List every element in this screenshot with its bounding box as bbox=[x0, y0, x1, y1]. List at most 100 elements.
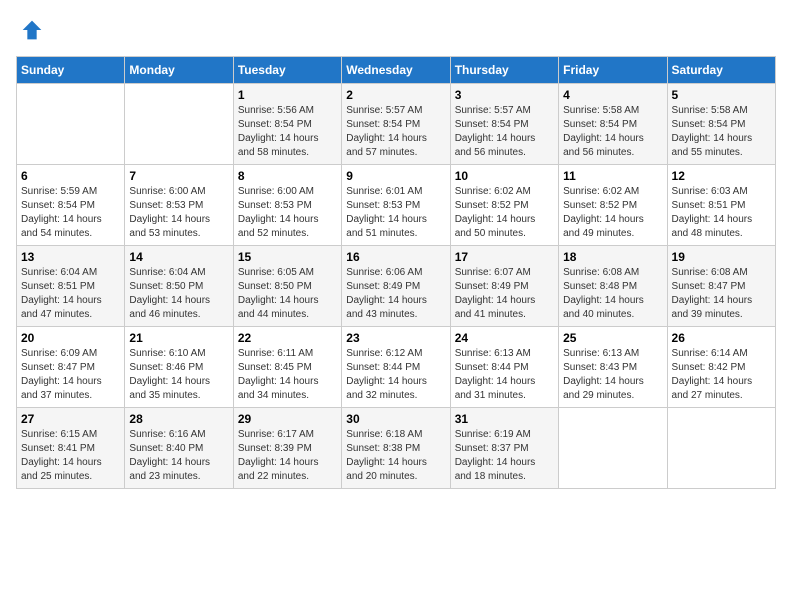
day-info: Sunrise: 6:04 AM Sunset: 8:51 PM Dayligh… bbox=[21, 266, 120, 322]
calendar-cell: 11 Sunrise: 6:02 AM Sunset: 8:52 PM Dayl… bbox=[559, 165, 667, 246]
day-info: Sunrise: 6:09 AM Sunset: 8:47 PM Dayligh… bbox=[21, 347, 120, 403]
calendar-cell: 22 Sunrise: 6:11 AM Sunset: 8:45 PM Dayl… bbox=[233, 327, 341, 408]
day-info: Sunrise: 6:15 AM Sunset: 8:41 PM Dayligh… bbox=[21, 428, 120, 484]
calendar-cell: 20 Sunrise: 6:09 AM Sunset: 8:47 PM Dayl… bbox=[17, 327, 125, 408]
calendar-cell bbox=[17, 84, 125, 165]
day-number: 7 bbox=[129, 169, 228, 183]
day-number: 10 bbox=[455, 169, 554, 183]
day-number: 17 bbox=[455, 250, 554, 264]
day-number: 25 bbox=[563, 331, 662, 345]
day-info: Sunrise: 6:08 AM Sunset: 8:47 PM Dayligh… bbox=[672, 266, 771, 322]
day-info: Sunrise: 6:02 AM Sunset: 8:52 PM Dayligh… bbox=[563, 185, 662, 241]
calendar-cell: 7 Sunrise: 6:00 AM Sunset: 8:53 PM Dayli… bbox=[125, 165, 233, 246]
day-info: Sunrise: 6:12 AM Sunset: 8:44 PM Dayligh… bbox=[346, 347, 445, 403]
day-number: 23 bbox=[346, 331, 445, 345]
day-info: Sunrise: 5:57 AM Sunset: 8:54 PM Dayligh… bbox=[346, 104, 445, 160]
day-number: 18 bbox=[563, 250, 662, 264]
day-number: 14 bbox=[129, 250, 228, 264]
day-number: 29 bbox=[238, 412, 337, 426]
calendar-cell: 5 Sunrise: 5:58 AM Sunset: 8:54 PM Dayli… bbox=[667, 84, 775, 165]
day-number: 28 bbox=[129, 412, 228, 426]
weekday-header: Sunday bbox=[17, 57, 125, 84]
day-number: 3 bbox=[455, 88, 554, 102]
calendar-cell: 31 Sunrise: 6:19 AM Sunset: 8:37 PM Dayl… bbox=[450, 408, 558, 489]
calendar-cell: 13 Sunrise: 6:04 AM Sunset: 8:51 PM Dayl… bbox=[17, 246, 125, 327]
calendar-cell: 24 Sunrise: 6:13 AM Sunset: 8:44 PM Dayl… bbox=[450, 327, 558, 408]
day-number: 24 bbox=[455, 331, 554, 345]
weekday-header: Friday bbox=[559, 57, 667, 84]
day-info: Sunrise: 6:03 AM Sunset: 8:51 PM Dayligh… bbox=[672, 185, 771, 241]
calendar-cell: 1 Sunrise: 5:56 AM Sunset: 8:54 PM Dayli… bbox=[233, 84, 341, 165]
calendar-cell: 12 Sunrise: 6:03 AM Sunset: 8:51 PM Dayl… bbox=[667, 165, 775, 246]
day-info: Sunrise: 5:58 AM Sunset: 8:54 PM Dayligh… bbox=[563, 104, 662, 160]
day-info: Sunrise: 6:04 AM Sunset: 8:50 PM Dayligh… bbox=[129, 266, 228, 322]
day-number: 6 bbox=[21, 169, 120, 183]
day-number: 19 bbox=[672, 250, 771, 264]
logo-icon bbox=[18, 16, 46, 44]
day-number: 2 bbox=[346, 88, 445, 102]
calendar-cell: 18 Sunrise: 6:08 AM Sunset: 8:48 PM Dayl… bbox=[559, 246, 667, 327]
calendar-cell: 17 Sunrise: 6:07 AM Sunset: 8:49 PM Dayl… bbox=[450, 246, 558, 327]
day-number: 30 bbox=[346, 412, 445, 426]
calendar-cell: 25 Sunrise: 6:13 AM Sunset: 8:43 PM Dayl… bbox=[559, 327, 667, 408]
day-info: Sunrise: 6:13 AM Sunset: 8:44 PM Dayligh… bbox=[455, 347, 554, 403]
day-info: Sunrise: 6:08 AM Sunset: 8:48 PM Dayligh… bbox=[563, 266, 662, 322]
calendar-cell: 19 Sunrise: 6:08 AM Sunset: 8:47 PM Dayl… bbox=[667, 246, 775, 327]
day-info: Sunrise: 6:18 AM Sunset: 8:38 PM Dayligh… bbox=[346, 428, 445, 484]
calendar-cell: 14 Sunrise: 6:04 AM Sunset: 8:50 PM Dayl… bbox=[125, 246, 233, 327]
calendar-table: SundayMondayTuesdayWednesdayThursdayFrid… bbox=[16, 56, 776, 489]
day-info: Sunrise: 6:11 AM Sunset: 8:45 PM Dayligh… bbox=[238, 347, 337, 403]
calendar-cell bbox=[667, 408, 775, 489]
weekday-header: Thursday bbox=[450, 57, 558, 84]
day-number: 1 bbox=[238, 88, 337, 102]
calendar-cell: 6 Sunrise: 5:59 AM Sunset: 8:54 PM Dayli… bbox=[17, 165, 125, 246]
day-number: 8 bbox=[238, 169, 337, 183]
calendar-cell: 9 Sunrise: 6:01 AM Sunset: 8:53 PM Dayli… bbox=[342, 165, 450, 246]
day-info: Sunrise: 6:07 AM Sunset: 8:49 PM Dayligh… bbox=[455, 266, 554, 322]
day-number: 11 bbox=[563, 169, 662, 183]
day-info: Sunrise: 5:59 AM Sunset: 8:54 PM Dayligh… bbox=[21, 185, 120, 241]
day-info: Sunrise: 5:57 AM Sunset: 8:54 PM Dayligh… bbox=[455, 104, 554, 160]
day-info: Sunrise: 6:19 AM Sunset: 8:37 PM Dayligh… bbox=[455, 428, 554, 484]
calendar-cell: 16 Sunrise: 6:06 AM Sunset: 8:49 PM Dayl… bbox=[342, 246, 450, 327]
calendar-cell: 23 Sunrise: 6:12 AM Sunset: 8:44 PM Dayl… bbox=[342, 327, 450, 408]
day-info: Sunrise: 6:16 AM Sunset: 8:40 PM Dayligh… bbox=[129, 428, 228, 484]
calendar-cell: 27 Sunrise: 6:15 AM Sunset: 8:41 PM Dayl… bbox=[17, 408, 125, 489]
weekday-header: Saturday bbox=[667, 57, 775, 84]
logo bbox=[16, 16, 46, 44]
calendar-cell: 3 Sunrise: 5:57 AM Sunset: 8:54 PM Dayli… bbox=[450, 84, 558, 165]
calendar-cell: 29 Sunrise: 6:17 AM Sunset: 8:39 PM Dayl… bbox=[233, 408, 341, 489]
calendar-cell bbox=[125, 84, 233, 165]
day-info: Sunrise: 6:00 AM Sunset: 8:53 PM Dayligh… bbox=[238, 185, 337, 241]
calendar-cell: 2 Sunrise: 5:57 AM Sunset: 8:54 PM Dayli… bbox=[342, 84, 450, 165]
day-number: 26 bbox=[672, 331, 771, 345]
weekday-header: Monday bbox=[125, 57, 233, 84]
day-info: Sunrise: 6:06 AM Sunset: 8:49 PM Dayligh… bbox=[346, 266, 445, 322]
day-number: 13 bbox=[21, 250, 120, 264]
day-info: Sunrise: 6:01 AM Sunset: 8:53 PM Dayligh… bbox=[346, 185, 445, 241]
day-info: Sunrise: 6:14 AM Sunset: 8:42 PM Dayligh… bbox=[672, 347, 771, 403]
day-number: 21 bbox=[129, 331, 228, 345]
calendar-cell: 21 Sunrise: 6:10 AM Sunset: 8:46 PM Dayl… bbox=[125, 327, 233, 408]
weekday-header: Tuesday bbox=[233, 57, 341, 84]
day-info: Sunrise: 5:58 AM Sunset: 8:54 PM Dayligh… bbox=[672, 104, 771, 160]
day-number: 9 bbox=[346, 169, 445, 183]
day-number: 27 bbox=[21, 412, 120, 426]
day-number: 20 bbox=[21, 331, 120, 345]
day-info: Sunrise: 6:02 AM Sunset: 8:52 PM Dayligh… bbox=[455, 185, 554, 241]
day-number: 16 bbox=[346, 250, 445, 264]
day-number: 31 bbox=[455, 412, 554, 426]
day-info: Sunrise: 6:10 AM Sunset: 8:46 PM Dayligh… bbox=[129, 347, 228, 403]
day-info: Sunrise: 6:17 AM Sunset: 8:39 PM Dayligh… bbox=[238, 428, 337, 484]
day-info: Sunrise: 6:00 AM Sunset: 8:53 PM Dayligh… bbox=[129, 185, 228, 241]
day-number: 22 bbox=[238, 331, 337, 345]
day-info: Sunrise: 5:56 AM Sunset: 8:54 PM Dayligh… bbox=[238, 104, 337, 160]
page-header bbox=[16, 16, 776, 44]
calendar-cell bbox=[559, 408, 667, 489]
day-number: 15 bbox=[238, 250, 337, 264]
day-info: Sunrise: 6:05 AM Sunset: 8:50 PM Dayligh… bbox=[238, 266, 337, 322]
calendar-cell: 15 Sunrise: 6:05 AM Sunset: 8:50 PM Dayl… bbox=[233, 246, 341, 327]
day-number: 12 bbox=[672, 169, 771, 183]
calendar-cell: 10 Sunrise: 6:02 AM Sunset: 8:52 PM Dayl… bbox=[450, 165, 558, 246]
calendar-cell: 30 Sunrise: 6:18 AM Sunset: 8:38 PM Dayl… bbox=[342, 408, 450, 489]
